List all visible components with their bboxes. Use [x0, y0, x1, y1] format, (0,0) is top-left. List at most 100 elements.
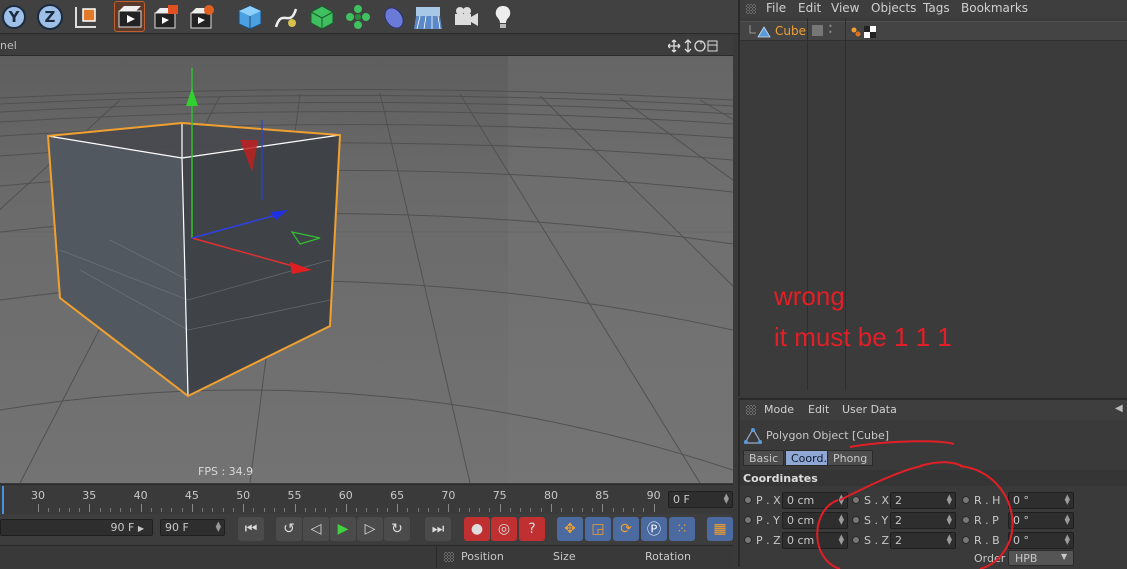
min-frame-value: 90 F — [110, 521, 135, 534]
timeline-tick-mark — [38, 504, 39, 512]
timeline-tick-label: 80 — [544, 489, 558, 502]
subdivision-surface-icon[interactable] — [306, 1, 337, 32]
panel-grip-icon[interactable] — [444, 552, 454, 562]
timeline-minor-tick — [366, 508, 368, 512]
max-frame-field[interactable]: 90 F ▲ ▼ — [160, 519, 225, 536]
record-rotation-icon[interactable]: ⟳ — [613, 517, 639, 541]
timeline-minor-tick — [509, 508, 511, 512]
coordinate-system-icon[interactable] — [70, 1, 101, 32]
menu-objects[interactable]: Objects — [871, 1, 916, 15]
tag-icons[interactable] — [850, 25, 882, 39]
render-settings-icon[interactable] — [186, 1, 217, 32]
timeline-minor-tick — [633, 508, 635, 512]
timeline-minor-tick — [273, 508, 275, 512]
previous-key-icon[interactable]: ↺ — [276, 517, 302, 541]
viewport-panel-title[interactable]: nel — [0, 39, 17, 52]
record-position-icon[interactable]: ✥ — [557, 517, 583, 541]
record-point-level-icon[interactable]: ⁙ — [669, 517, 695, 541]
timeline-tick-label: 75 — [492, 489, 507, 502]
record-scale-icon[interactable]: ◲ — [585, 517, 611, 541]
timeline-minor-tick — [99, 508, 101, 512]
render-view-icon[interactable] — [114, 1, 145, 32]
record-parameter-icon[interactable]: Ⓟ — [641, 517, 667, 541]
current-frame-value: 0 F — [673, 493, 690, 506]
go-to-start-icon[interactable]: ⏮ — [238, 517, 264, 541]
timeline-tick-label: 30 — [31, 489, 45, 502]
timeline-tick-mark — [191, 504, 193, 512]
viewport-navigation-icons[interactable] — [668, 39, 718, 53]
timeline-window-icon[interactable]: ▦ — [707, 517, 733, 541]
timeline-tick-mark — [397, 504, 399, 512]
timeline-minor-tick — [222, 508, 224, 512]
timeline-minor-tick — [417, 508, 419, 512]
attribute-manager: Mode Edit User Data ◀ Polygon Object [Cu… — [738, 398, 1127, 569]
timeline-minor-tick — [150, 508, 152, 512]
timeline-minor-tick — [48, 508, 50, 512]
floor-environment-icon[interactable] — [412, 1, 443, 32]
rotation-column-label: Rotation — [645, 550, 692, 563]
timeline-minor-tick — [181, 508, 183, 512]
max-frame-value: 90 F — [165, 521, 189, 534]
cube-primitive-icon[interactable] — [234, 1, 265, 32]
object-manager: File Edit View Objects Tags Bookmarks Cu… — [738, 0, 1127, 396]
playhead[interactable] — [2, 486, 4, 514]
object-name[interactable]: Cube — [775, 24, 806, 38]
timeline-minor-tick — [386, 508, 388, 512]
z-axis-lock-icon[interactable]: Z — [34, 1, 65, 32]
cloner-icon[interactable] — [342, 1, 373, 32]
go-to-end-icon[interactable]: ⏭ — [425, 517, 451, 541]
menu-bookmarks[interactable]: Bookmarks — [961, 1, 1028, 15]
panel-grip-icon[interactable] — [746, 4, 756, 14]
menu-tags[interactable]: Tags — [923, 1, 950, 15]
y-axis-lock-icon[interactable]: Y — [0, 1, 31, 32]
keyframe-selection-icon[interactable]: ? — [519, 517, 545, 541]
spinner-icon[interactable]: ▲ ▼ — [216, 521, 221, 533]
annotation-wrong: wrong — [774, 281, 845, 311]
timeline-minor-tick — [530, 508, 532, 512]
timeline-minor-tick — [315, 508, 317, 512]
timeline-minor-tick — [335, 508, 337, 512]
next-key-icon[interactable]: ↻ — [384, 517, 410, 541]
autokeying-icon[interactable]: ◎ — [491, 517, 517, 541]
timeline-tick-label: 90 — [646, 489, 661, 502]
timeline-tick-mark — [448, 504, 450, 512]
timeline-minor-tick — [202, 508, 204, 512]
svg-text:Z: Z — [44, 8, 55, 26]
menu-edit[interactable]: Edit — [798, 1, 821, 15]
viewport-scene[interactable] — [0, 56, 733, 483]
deformer-icon[interactable] — [378, 1, 409, 32]
min-frame-field[interactable]: 90 F ▶ — [0, 519, 153, 536]
timeline-minor-tick — [571, 508, 573, 512]
timeline-minor-tick — [325, 508, 327, 512]
next-frame-icon[interactable]: ▷ — [357, 517, 383, 541]
timeline-minor-tick — [643, 508, 645, 512]
light-icon[interactable] — [487, 1, 518, 32]
viewport-header: nel — [0, 36, 733, 56]
timeline-ruler[interactable]: 30 35 40 45 50 55 60 65 70 75 80 85 90 0 F ▲ ▼ — [0, 484, 733, 514]
current-frame-field[interactable]: 0 F ▲ ▼ — [668, 491, 733, 508]
spinner-icon[interactable]: ▲ ▼ — [724, 493, 729, 505]
3d-viewport[interactable] — [0, 56, 733, 483]
record-active-objects-icon[interactable]: ● — [464, 517, 490, 541]
camera-icon[interactable] — [450, 1, 481, 32]
timeline-minor-tick — [520, 508, 522, 512]
play-icon[interactable]: ▶ — [330, 517, 356, 541]
render-to-picture-viewer-icon[interactable] — [150, 1, 181, 32]
menu-file[interactable]: File — [766, 1, 786, 15]
object-row-cube[interactable]: Cube • • — [740, 21, 1127, 41]
visibility-dots-icon[interactable]: • • — [828, 23, 833, 37]
spline-pen-icon[interactable] — [270, 1, 301, 32]
previous-frame-icon[interactable]: ◁ — [303, 517, 329, 541]
svg-text:Y: Y — [7, 8, 20, 26]
timeline-minor-tick — [284, 508, 286, 512]
timeline-tick-mark — [499, 504, 501, 512]
transport-bar: 90 F ▶ 90 F ▲ ▼ ⏮ ↺ ◁ ▶ ▷ ↻ ⏭ ● ◎ ? ✥ ◲ ⟳… — [0, 514, 733, 544]
timeline-minor-tick — [120, 508, 122, 512]
layer-icon[interactable] — [812, 25, 823, 36]
timeline-minor-tick — [427, 508, 429, 512]
timeline-minor-tick — [376, 508, 378, 512]
timeline-tick-label: 40 — [133, 489, 148, 502]
timeline-minor-tick — [479, 508, 481, 512]
timeline-minor-tick — [109, 508, 111, 512]
menu-view[interactable]: View — [831, 1, 859, 15]
